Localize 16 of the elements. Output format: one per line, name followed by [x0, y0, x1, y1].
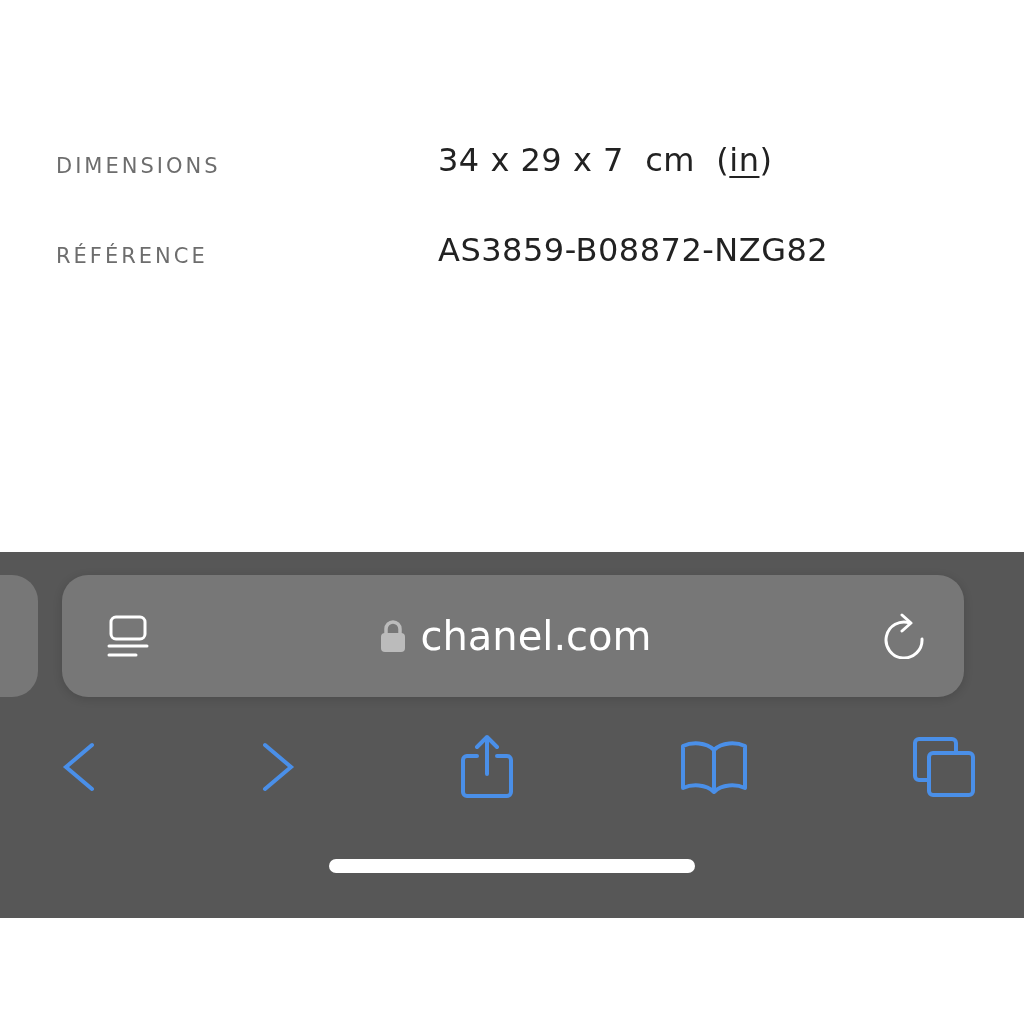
address-bar[interactable]: chanel.com	[62, 575, 964, 697]
forward-button[interactable]	[260, 742, 295, 792]
tabs-button[interactable]	[912, 736, 976, 798]
detail-label: RÉFÉRENCE	[56, 244, 209, 268]
url-text: chanel.com	[420, 613, 652, 659]
detail-value: 34 x 29 x 7 cm (in)	[438, 141, 774, 179]
reader-icon[interactable]	[106, 614, 150, 658]
bookmarks-button[interactable]	[679, 740, 748, 794]
reload-icon[interactable]	[882, 613, 926, 659]
share-button[interactable]	[459, 734, 515, 800]
home-indicator[interactable]	[329, 858, 695, 873]
detail-value: AS3859-B08872-NZG82	[438, 231, 830, 269]
detail-label: DIMENSIONS	[56, 154, 222, 178]
unit-link[interactable]: in	[729, 141, 760, 179]
back-button[interactable]	[62, 742, 96, 792]
side-tab[interactable]	[0, 575, 38, 697]
